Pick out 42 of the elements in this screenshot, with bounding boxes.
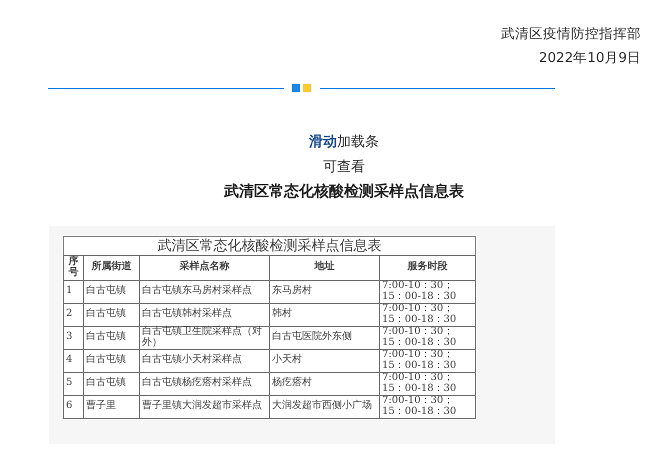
table-cell: 曹子里 (84, 395, 140, 418)
column-header: 服务时段 (380, 255, 476, 280)
table-cell: 白古屯镇 (84, 326, 140, 349)
table-cell: 白古屯镇卫生院采样点（对外） (140, 326, 270, 349)
table-cell: 白古屯镇韩村采样点 (140, 303, 270, 326)
table-cell: 白古屯镇东马房村采样点 (140, 280, 270, 303)
table-title: 武清区常态化核酸检测采样点信息表 (63, 236, 476, 254)
table-cell: 杨疙瘩村 (270, 372, 380, 395)
table-cell: 白古屯镇 (84, 349, 140, 372)
table-cell: 7:00-10：30；15：00-18：30 (380, 349, 476, 372)
table-cell: 大润发超市西侧小广场 (270, 395, 380, 418)
table-cell: 7:00-10：30；15：00-18：30 (380, 395, 476, 418)
table-cell: 3 (64, 326, 84, 349)
table-cell: 白古屯医院外东侧 (270, 326, 380, 349)
table-cell: 4 (64, 349, 84, 372)
table-cell: 东马房村 (270, 280, 380, 303)
table-cell: 7:00-10：30；15：00-18：30 (380, 280, 476, 303)
table-cell: 5 (64, 372, 84, 395)
column-header: 序号 (64, 255, 84, 280)
organization-name: 武清区疫情防控指挥部 (501, 25, 641, 44)
article-title: 武清区常态化核酸检测采样点信息表 (224, 181, 464, 202)
table-cell: 白古屯镇小天村采样点 (140, 349, 270, 372)
table-cell: 7:00-10：30；15：00-18：30 (380, 372, 476, 395)
column-header: 采样点名称 (140, 255, 270, 280)
table-cell: 白古屯镇 (84, 280, 140, 303)
table-cell: 7:00-10：30；15：00-18：30 (380, 303, 476, 326)
table-cell: 白古屯镇 (84, 372, 140, 395)
table-cell: 小天村 (270, 349, 380, 372)
table-cell: 7:00-10：30；15：00-18：30 (380, 326, 476, 349)
table-cell: 6 (64, 395, 84, 418)
intro-text: 滑动加载条 (309, 133, 379, 152)
table-cell: 曹子里镇大润发超市采样点 (140, 395, 270, 418)
table-cell: 1 (64, 280, 84, 303)
column-header: 地址 (270, 255, 380, 280)
squares-icon (292, 84, 312, 92)
intro-text: 可查看 (323, 158, 365, 176)
table-cell: 白古屯镇 (84, 303, 140, 326)
table-cell: 韩村 (270, 303, 380, 326)
date-text: 2022年10月9日 (538, 49, 641, 68)
table-cell: 2 (64, 303, 84, 326)
table-cell: 白古屯镇杨疙瘩村采样点 (140, 372, 270, 395)
column-header: 所属街道 (84, 255, 140, 280)
